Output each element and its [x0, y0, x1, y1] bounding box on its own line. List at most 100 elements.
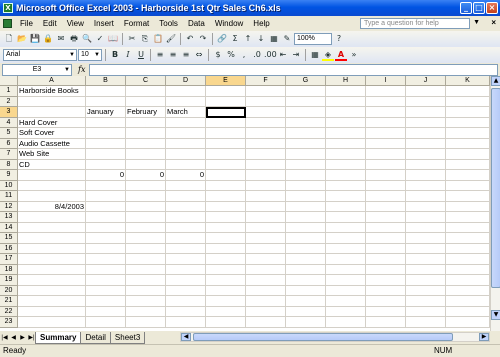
row-header-13[interactable]: 13	[0, 212, 18, 223]
cell-e21[interactable]	[206, 296, 246, 307]
menu-file[interactable]: File	[15, 19, 38, 28]
cell-a13[interactable]	[18, 212, 86, 223]
toolbar-options-icon[interactable]: »	[348, 49, 360, 61]
cell-c22[interactable]	[126, 306, 166, 317]
help-icon[interactable]: ?	[333, 33, 345, 45]
cell-e11[interactable]	[206, 191, 246, 202]
cell-k12[interactable]	[446, 201, 490, 212]
next-sheet-icon[interactable]: ▶	[18, 334, 27, 341]
cell-e18[interactable]	[206, 264, 246, 275]
cell-g18[interactable]	[286, 264, 326, 275]
row-header-15[interactable]: 15	[0, 233, 18, 244]
bold-button[interactable]: B	[109, 49, 121, 61]
cell-a18[interactable]	[18, 264, 86, 275]
cell-i16[interactable]	[366, 243, 406, 254]
cell-a19[interactable]	[18, 275, 86, 286]
cell-c2[interactable]	[126, 96, 166, 107]
cell-b20[interactable]	[86, 285, 126, 296]
cell-e8[interactable]	[206, 159, 246, 170]
cell-a8[interactable]: CD	[18, 159, 86, 170]
cell-g17[interactable]	[286, 254, 326, 265]
cell-i8[interactable]	[366, 159, 406, 170]
cell-h18[interactable]	[326, 264, 366, 275]
cell-d13[interactable]	[166, 212, 206, 223]
cell-g3[interactable]	[286, 107, 326, 118]
cell-f14[interactable]	[246, 222, 286, 233]
cell-a17[interactable]	[18, 254, 86, 265]
cut-icon[interactable]: ✂	[126, 33, 138, 45]
row-header-23[interactable]: 23	[0, 317, 18, 328]
cell-h1[interactable]	[326, 86, 366, 97]
row-header-11[interactable]: 11	[0, 191, 18, 202]
sort-ascending-icon[interactable]: ↑	[242, 33, 254, 45]
open-icon[interactable]: 📂	[16, 33, 28, 45]
spreadsheet-grid[interactable]: ABCDEFGHIJK 1 Harborside Books 2 3 January Fe…	[0, 76, 490, 331]
cell-d21[interactable]	[166, 296, 206, 307]
cell-f15[interactable]	[246, 233, 286, 244]
cell-b6[interactable]	[86, 138, 126, 149]
vertical-scroll-thumb[interactable]	[491, 88, 500, 288]
row-header-4[interactable]: 4	[0, 117, 18, 128]
cell-e22[interactable]	[206, 306, 246, 317]
font-size-select[interactable]: 10 ▼	[78, 49, 102, 61]
cell-f9[interactable]	[246, 170, 286, 181]
cell-i14[interactable]	[366, 222, 406, 233]
cell-k4[interactable]	[446, 117, 490, 128]
tab-sheet3[interactable]: Sheet3	[109, 331, 146, 344]
cell-k10[interactable]	[446, 180, 490, 191]
cell-h11[interactable]	[326, 191, 366, 202]
cell-j18[interactable]	[406, 264, 446, 275]
cell-i20[interactable]	[366, 285, 406, 296]
row-header-21[interactable]: 21	[0, 296, 18, 307]
cell-c13[interactable]	[126, 212, 166, 223]
cell-i19[interactable]	[366, 275, 406, 286]
row-header-9[interactable]: 9	[0, 170, 18, 181]
cell-c3[interactable]: February	[126, 107, 166, 118]
cell-f19[interactable]	[246, 275, 286, 286]
email-icon[interactable]: ✉	[55, 33, 67, 45]
column-header-j[interactable]: J	[406, 76, 446, 86]
cell-h5[interactable]	[326, 128, 366, 139]
cell-d11[interactable]	[166, 191, 206, 202]
cell-h22[interactable]	[326, 306, 366, 317]
cell-j2[interactable]	[406, 96, 446, 107]
cell-c1[interactable]	[126, 86, 166, 97]
column-header-b[interactable]: B	[86, 76, 126, 86]
cell-h10[interactable]	[326, 180, 366, 191]
cell-b5[interactable]	[86, 128, 126, 139]
cell-c18[interactable]	[126, 264, 166, 275]
cell-g14[interactable]	[286, 222, 326, 233]
cell-a9[interactable]	[18, 170, 86, 181]
currency-button[interactable]: $	[212, 49, 224, 61]
cell-h14[interactable]	[326, 222, 366, 233]
cell-a7[interactable]: Web Site	[18, 149, 86, 160]
chevron-down-icon[interactable]: ▼	[473, 19, 480, 26]
cell-c11[interactable]	[126, 191, 166, 202]
cell-b23[interactable]	[86, 317, 126, 328]
chart-wizard-icon[interactable]: ▦	[268, 33, 280, 45]
cell-g2[interactable]	[286, 96, 326, 107]
increase-decimal-icon[interactable]: .0	[251, 49, 263, 61]
hyperlink-icon[interactable]: 🔗	[216, 33, 228, 45]
cell-i23[interactable]	[366, 317, 406, 328]
cell-b21[interactable]	[86, 296, 126, 307]
align-right-icon[interactable]: ≡	[180, 49, 192, 61]
cell-k3[interactable]	[446, 107, 490, 118]
cell-j3[interactable]	[406, 107, 446, 118]
minimize-button[interactable]: _	[460, 2, 472, 14]
cell-i12[interactable]	[366, 201, 406, 212]
cell-e7[interactable]	[206, 149, 246, 160]
cell-i3[interactable]	[366, 107, 406, 118]
cell-d14[interactable]	[166, 222, 206, 233]
zoom-select[interactable]: 100%	[294, 33, 332, 45]
cell-a14[interactable]	[18, 222, 86, 233]
cell-c5[interactable]	[126, 128, 166, 139]
cell-a2[interactable]	[18, 96, 86, 107]
cell-f11[interactable]	[246, 191, 286, 202]
comma-style-icon[interactable]: ,	[238, 49, 250, 61]
cell-h19[interactable]	[326, 275, 366, 286]
cell-g1[interactable]	[286, 86, 326, 97]
cell-c10[interactable]	[126, 180, 166, 191]
cell-g5[interactable]	[286, 128, 326, 139]
tab-detail[interactable]: Detail	[80, 331, 111, 344]
